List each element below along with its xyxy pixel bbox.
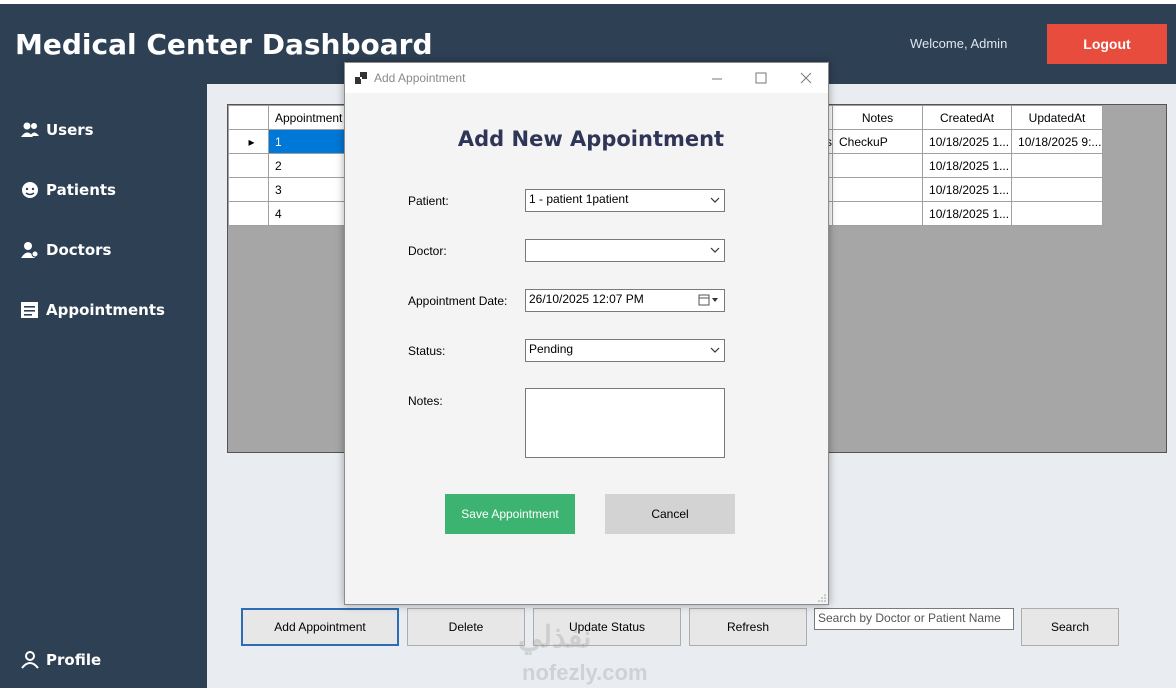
sidebar [0,84,207,688]
maximize-icon[interactable] [755,72,767,84]
chevron-down-icon [710,197,720,203]
sidebar-item-users[interactable]: Users [20,117,94,143]
cell-notes[interactable] [832,201,924,226]
cell-updated[interactable]: 10/18/2025 9:... [1011,129,1104,154]
patient-icon [22,182,38,198]
appointments-icon [21,302,38,318]
appointment-date-label: Appointment Date: [408,294,508,308]
column-header-updatedat[interactable]: UpdatedAt [1011,105,1104,130]
cell-updated[interactable] [1011,201,1104,226]
patient-select-value: 1 - patient 1patient [529,192,629,206]
row-pointer-icon: ▸ [248,134,255,149]
column-header-appointment[interactable]: Appointment [268,105,354,130]
watermark-latin: nofezly.com [522,660,648,685]
status-select[interactable]: Pending [525,339,725,362]
profile-icon [21,651,39,669]
dialog-titlebar: Add Appointment [345,63,828,93]
refresh-button[interactable]: Refresh [689,608,807,646]
notes-textarea[interactable] [525,388,725,458]
cell-id[interactable]: 3 [268,177,354,202]
add-appointment-dialog: Add Appointment Add New Appointment Pati… [344,62,829,605]
close-icon[interactable] [800,72,812,84]
cell-notes[interactable]: CheckuP [832,129,924,154]
sidebar-item-profile[interactable]: Profile [20,647,101,673]
cell-created[interactable]: 10/18/2025 1... [922,153,1013,178]
dialog-heading: Add New Appointment [457,127,725,151]
chevron-down-icon [710,247,720,253]
app-window-icon [355,72,367,84]
minimize-icon[interactable] [711,73,723,85]
sidebar-item-appointments[interactable]: Appointments [20,297,165,323]
resize-grip-icon[interactable] [818,594,826,602]
search-input[interactable]: Search by Doctor or Patient Name [814,608,1014,630]
status-label: Status: [408,344,446,358]
top-strip [0,0,1176,4]
delete-button[interactable]: Delete [407,608,525,646]
cell-updated[interactable] [1011,153,1104,178]
column-header-createdat[interactable]: CreatedAt [922,105,1013,130]
doctor-label: Doctor: [408,244,447,258]
cell-id[interactable]: 4 [268,201,354,226]
cancel-button[interactable]: Cancel [605,494,735,534]
welcome-text: Welcome, Admin [910,36,1008,51]
patient-label: Patient: [408,194,449,208]
cell-notes[interactable] [832,177,924,202]
row-selector[interactable] [228,201,269,226]
cell-id[interactable]: 1 [268,129,354,154]
notes-label: Notes: [408,394,443,408]
cell-created[interactable]: 10/18/2025 1... [922,201,1013,226]
cell-notes[interactable] [832,153,924,178]
appointment-date-picker[interactable]: 26/10/2025 12:07 PM [525,289,725,312]
status-select-value: Pending [529,342,574,356]
cell-created[interactable]: 10/18/2025 1... [922,177,1013,202]
save-appointment-button[interactable]: Save Appointment [445,494,575,534]
sidebar-item-label: Profile [46,651,102,669]
logout-button[interactable]: Logout [1047,24,1167,64]
cell-updated[interactable] [1011,177,1104,202]
doctor-select[interactable] [525,239,725,262]
sidebar-item-doctors[interactable]: Doctors [20,237,111,263]
sidebar-item-label: Doctors [46,241,112,259]
calendar-icon[interactable] [698,294,720,306]
sidebar-item-label: Users [46,121,94,139]
row-selector[interactable]: ▸ [228,129,269,154]
row-header-cell [228,105,269,130]
cell-id[interactable]: 2 [268,153,354,178]
cell-created[interactable]: 10/18/2025 1... [922,129,1013,154]
row-selector[interactable] [228,153,269,178]
sidebar-item-patients[interactable]: Patients [20,177,116,203]
doctor-icon [21,242,39,258]
row-selector[interactable] [228,177,269,202]
dialog-title: Add Appointment [374,71,466,85]
chevron-down-icon [710,347,720,353]
patient-select[interactable]: 1 - patient 1patient [525,189,725,212]
users-icon [21,122,39,137]
watermark-arabic: نفذلي [518,621,592,654]
app-title: Medical Center Dashboard [15,28,433,61]
add-appointment-button[interactable]: Add Appointment [241,608,399,646]
appointment-date-value: 26/10/2025 12:07 PM [529,292,644,306]
column-header-notes[interactable]: Notes [832,105,924,130]
search-button[interactable]: Search [1021,608,1119,646]
sidebar-item-label: Patients [46,181,116,199]
sidebar-item-label: Appointments [46,301,165,319]
